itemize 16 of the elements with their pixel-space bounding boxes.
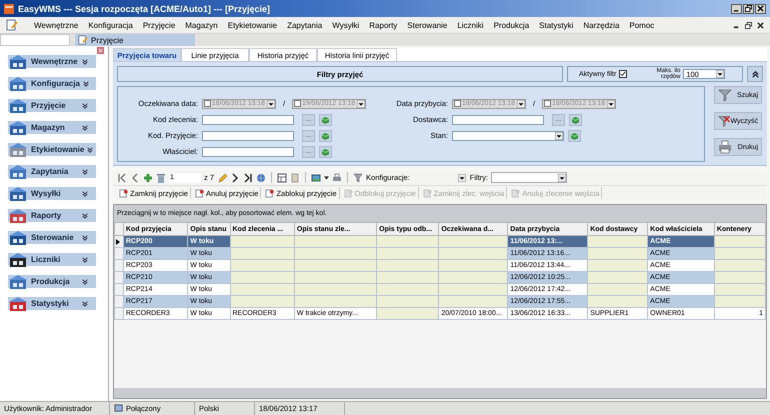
- menu-item[interactable]: Wewnętrzne: [34, 20, 78, 30]
- menu-item[interactable]: Konfiguracja: [88, 20, 133, 30]
- window-title: EasyWMS --- Sesja rozpoczęta [ACME/Auto1] --- [Przyjęcie]: [18, 4, 270, 14]
- menu-item[interactable]: Wysyłki: [332, 20, 360, 30]
- document-tab[interactable]: Przyjęcie: [75, 34, 195, 46]
- menu-item[interactable]: Pomoc: [629, 20, 654, 30]
- menu-item[interactable]: Magazyn: [185, 20, 218, 30]
- menu-item[interactable]: Liczniki: [457, 20, 484, 30]
- menu-item[interactable]: Raporty: [369, 20, 398, 30]
- menu-item[interactable]: Statystyki: [539, 20, 574, 30]
- menu-item[interactable]: Narzędzia: [583, 20, 620, 30]
- menu-item[interactable]: Zapytania: [287, 20, 322, 30]
- menu-item[interactable]: Etykietowanie: [228, 20, 278, 30]
- menu-item[interactable]: Produkcja: [494, 20, 530, 30]
- menu-item[interactable]: Przyjęcie: [142, 20, 176, 30]
- menu-item[interactable]: Sterowanie: [407, 20, 448, 30]
